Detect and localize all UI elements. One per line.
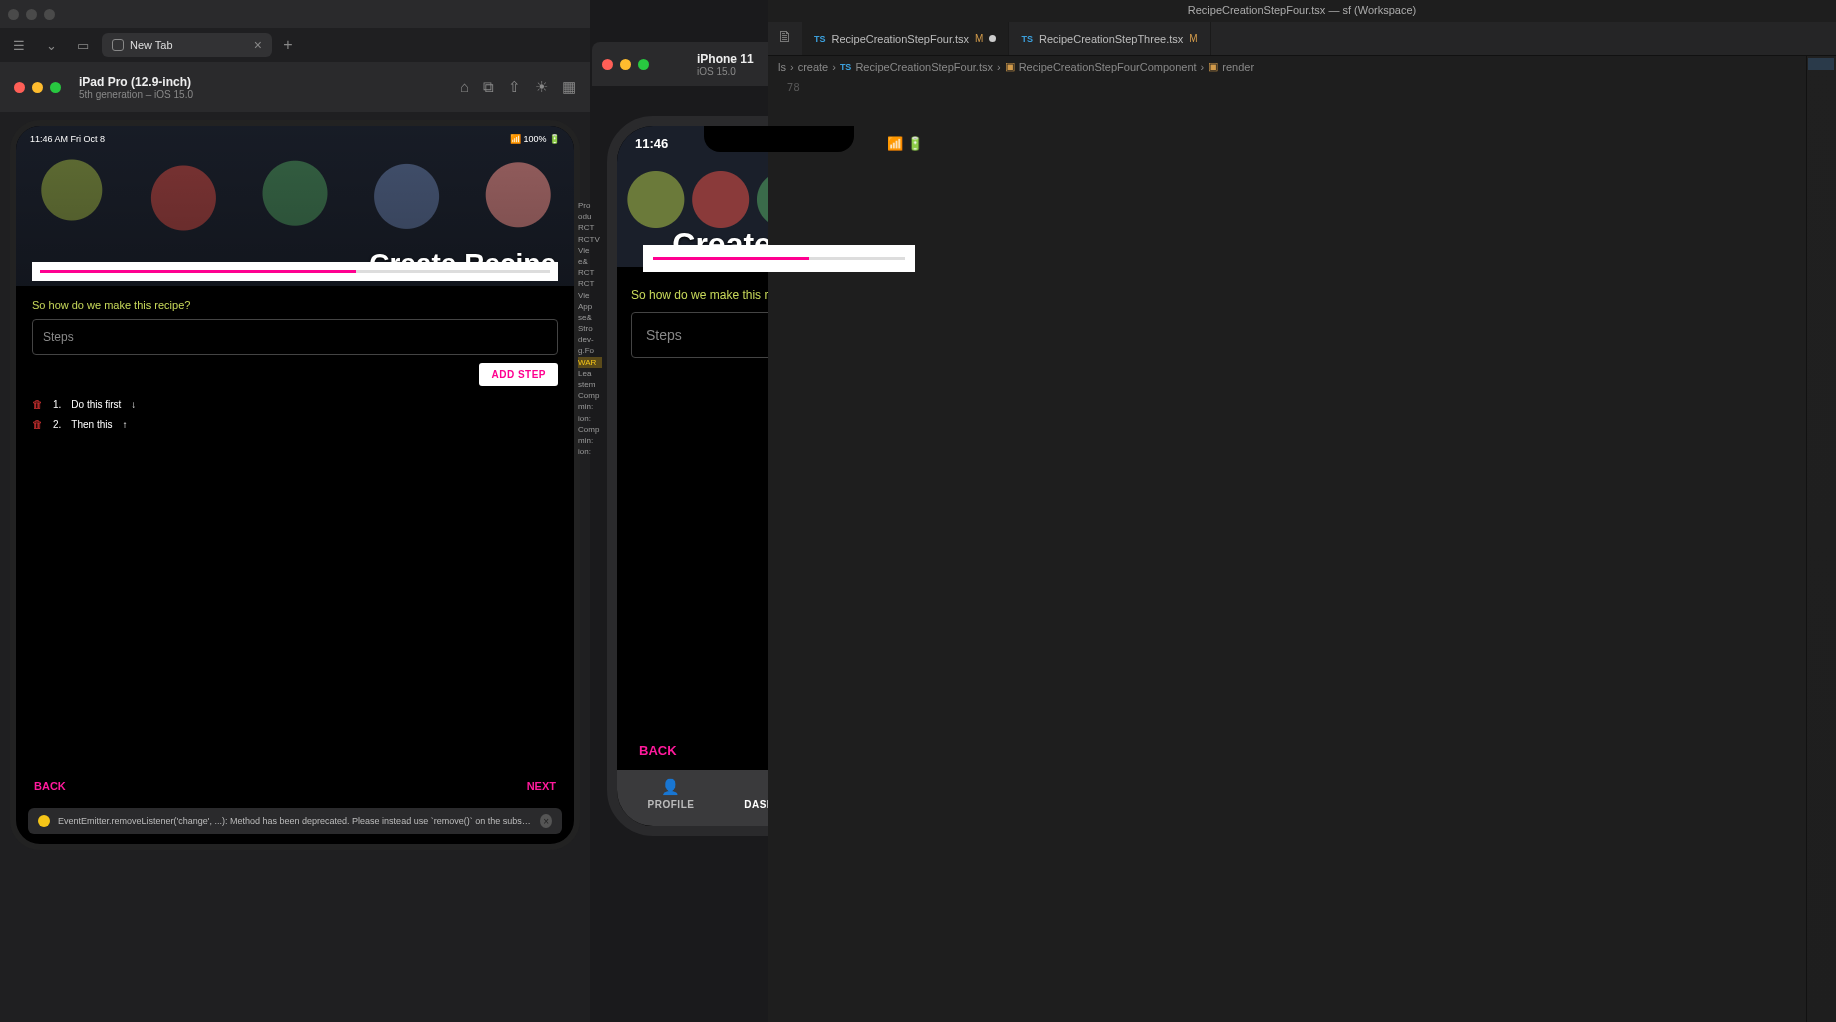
tab-profile[interactable]: 👤PROFILE	[617, 770, 725, 826]
new-tab-button[interactable]: +	[278, 36, 298, 54]
step-number: 1.	[53, 399, 61, 410]
arrow-up-icon[interactable]: ↑	[122, 419, 127, 430]
trash-icon[interactable]: 🗑	[32, 398, 43, 410]
method-icon: ▣	[1208, 60, 1218, 73]
ipad-status-bar: 11:46 AM Fri Oct 8 📶 100% 🔋	[16, 130, 574, 148]
share-icon[interactable]: ⇧	[508, 78, 521, 96]
line-gutter: 78	[768, 77, 806, 96]
status-time: 11:46 AM Fri Oct 8	[30, 134, 105, 144]
window-traffic-lights[interactable]	[8, 9, 55, 20]
editor[interactable]: 78	[768, 77, 1836, 96]
traffic-lights[interactable]	[14, 82, 61, 93]
close-tab-icon[interactable]: ×	[254, 37, 262, 53]
warning-dot-icon	[38, 815, 50, 827]
safari-titlebar	[0, 0, 590, 28]
vscode-window: RecipeCreationStepFour.tsx — sf (Workspa…	[768, 0, 1836, 1022]
next-button[interactable]: NEXT	[527, 780, 556, 792]
dirty-dot-icon	[989, 35, 996, 42]
back-button[interactable]: BACK	[639, 743, 677, 758]
browser-tab[interactable]: New Tab ×	[102, 33, 272, 57]
ipad-simulator-frame: 11:46 AM Fri Oct 8 📶 100% 🔋 Create Recip…	[10, 120, 580, 850]
status-time: 11:46	[635, 136, 668, 151]
progress-fill	[653, 257, 809, 260]
home-icon[interactable]: ⌂	[460, 78, 469, 96]
device-sub: 5th generation – iOS 15.0	[79, 89, 460, 100]
screenshot-icon[interactable]: ⧉	[483, 78, 494, 96]
add-step-button[interactable]: ADD STEP	[479, 363, 558, 386]
ts-icon: TS	[814, 34, 826, 44]
toast-text: EventEmitter.removeListener('change', ..…	[58, 816, 532, 826]
git-modified-badge: M	[1189, 33, 1197, 44]
ts-icon: TS	[840, 62, 852, 72]
responsive-device-bar: iPad Pro (12.9-inch) 5th generation – iO…	[0, 62, 590, 112]
progress-container	[643, 245, 915, 272]
footer-nav: BACK NEXT	[16, 770, 574, 802]
vscode-title: RecipeCreationStepFour.tsx — sf (Workspa…	[768, 0, 1836, 22]
traffic-lights[interactable]	[602, 59, 649, 70]
class-icon: ▣	[1005, 60, 1015, 73]
safari-toolbar: ☰ ⌄ ▭ New Tab × +	[0, 28, 590, 62]
status-icons: 📶 🔋	[887, 136, 923, 151]
tab-label: RecipeCreationStepFour.tsx	[832, 33, 970, 45]
tab-label: New Tab	[130, 39, 173, 51]
minimap[interactable]	[1806, 56, 1836, 1022]
tab-overview-icon[interactable]: ▭	[70, 34, 96, 56]
editor-tab[interactable]: TS RecipeCreationStepFour.tsx M	[802, 22, 1009, 55]
globe-icon	[112, 39, 124, 51]
grid-icon[interactable]: ▦	[562, 78, 576, 96]
tab-label: RecipeCreationStepThree.tsx	[1039, 33, 1183, 45]
device-name: iPad Pro (12.9-inch)	[79, 75, 460, 89]
editor-tab[interactable]: TS RecipeCreationStepThree.tsx M	[1009, 22, 1210, 55]
git-modified-badge: M	[975, 33, 983, 44]
step-row: 🗑 2. Then this ↑	[32, 418, 558, 430]
warning-toast: EventEmitter.removeListener('change', ..…	[28, 808, 562, 834]
steps-input[interactable]: Steps	[32, 319, 558, 355]
appearance-icon[interactable]: ☀	[535, 78, 548, 96]
arrow-down-icon[interactable]: ↓	[131, 399, 136, 410]
step-text: Do this first	[71, 399, 121, 410]
trash-icon[interactable]: 🗑	[32, 418, 43, 430]
editor-tabs: 🗎 TS RecipeCreationStepFour.tsx M TS Rec…	[768, 22, 1836, 56]
explorer-icon[interactable]: 🗎	[777, 28, 793, 46]
progress-container	[32, 262, 558, 281]
chevron-down-icon[interactable]: ⌄	[38, 34, 64, 56]
notch	[704, 126, 854, 152]
user-icon: 👤	[617, 778, 725, 796]
progress-fill	[40, 270, 356, 273]
step-number: 2.	[53, 419, 61, 430]
prompt-text: So how do we make this recipe?	[32, 299, 558, 311]
back-button[interactable]: BACK	[34, 780, 66, 792]
safari-window: ☰ ⌄ ▭ New Tab × + iPad Pro (12.9-inch) 5…	[0, 0, 590, 1022]
step-text: Then this	[71, 419, 112, 430]
sidebar-toggle-icon[interactable]: ☰	[6, 34, 32, 56]
breadcrumb[interactable]: ls › create › TSRecipeCreationStepFour.t…	[768, 56, 1836, 77]
close-icon[interactable]: ×	[540, 814, 552, 828]
status-battery: 📶 100% 🔋	[510, 134, 560, 144]
step-row: 🗑 1. Do this first ↓	[32, 398, 558, 410]
ts-icon: TS	[1021, 34, 1033, 44]
